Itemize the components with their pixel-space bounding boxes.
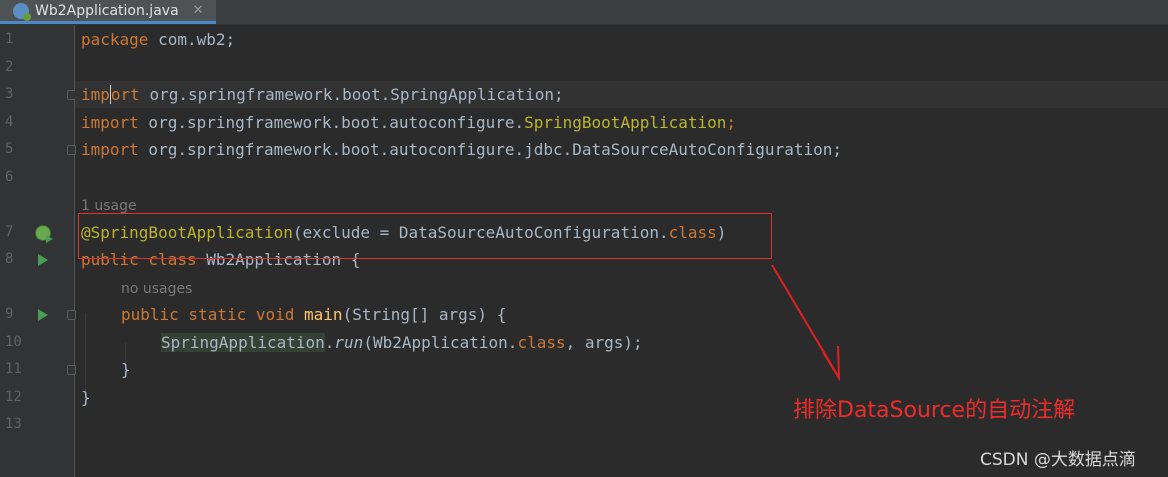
callout-text: 排除DataSource的自动注解 xyxy=(793,398,1076,423)
watermark: CSDN @大数据点滴 xyxy=(980,450,1136,470)
